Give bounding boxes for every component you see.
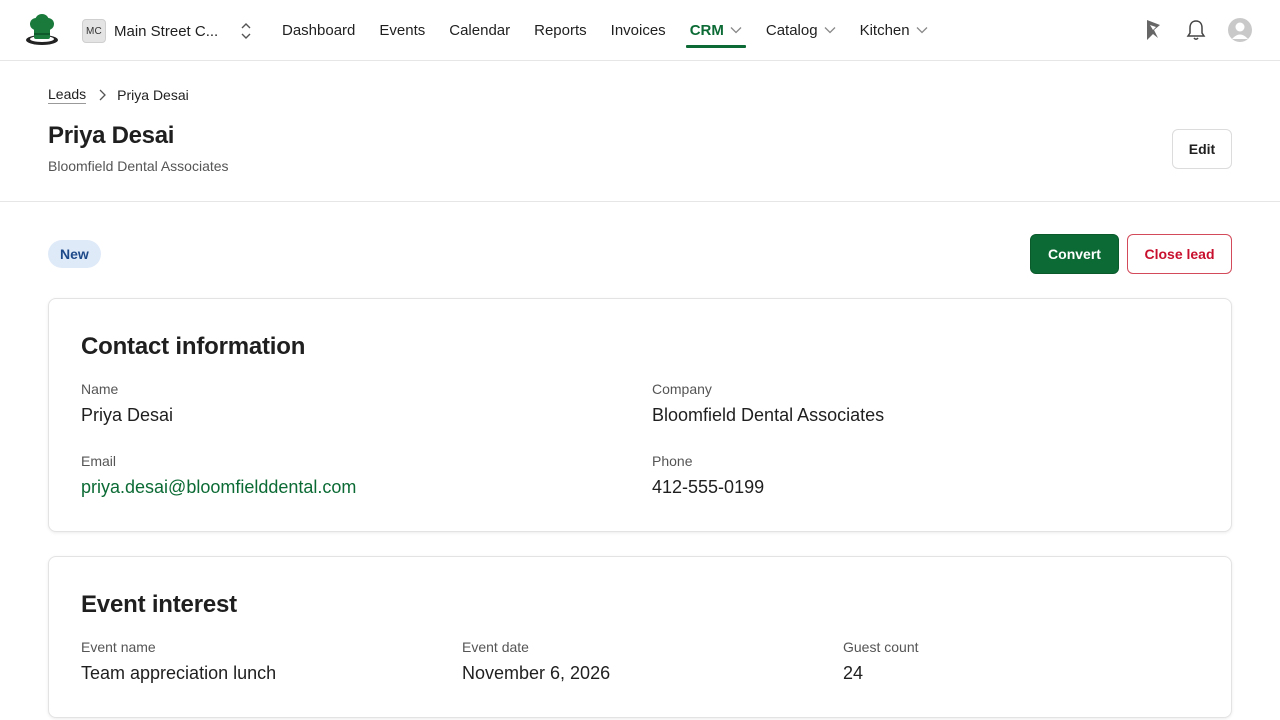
card-title: Contact information bbox=[81, 333, 306, 360]
field-label: Phone bbox=[652, 453, 693, 469]
card-title: Event interest bbox=[81, 591, 237, 618]
field-label: Company bbox=[652, 381, 712, 397]
event-date-field: Event date November 6, 2026 bbox=[462, 639, 610, 684]
bell-icon[interactable] bbox=[1184, 17, 1208, 43]
edit-button[interactable]: Edit bbox=[1172, 129, 1232, 169]
nav-item-label: Dashboard bbox=[282, 21, 356, 39]
page-header: Leads Priya Desai Priya Desai Bloomfield… bbox=[0, 61, 1280, 202]
email-field: Email priya.desai@bloomfielddental.com bbox=[81, 453, 356, 498]
field-label: Event date bbox=[462, 639, 529, 655]
page-subtitle: Bloomfield Dental Associates bbox=[48, 158, 229, 174]
nav-item-label: Invoices bbox=[610, 21, 666, 39]
nav-item-reports[interactable]: Reports bbox=[534, 0, 587, 60]
nav-item-events[interactable]: Events bbox=[379, 0, 425, 60]
top-navigation-bar: MC Main Street C... Dashboard Events Cal… bbox=[0, 0, 1280, 61]
chef-hat-logo-icon[interactable] bbox=[24, 14, 60, 46]
phone-field: Phone 412-555-0199 bbox=[652, 453, 764, 498]
field-value: 412-555-0199 bbox=[652, 477, 765, 497]
nav-item-kitchen[interactable]: Kitchen bbox=[860, 0, 928, 60]
nav-item-invoices[interactable]: Invoices bbox=[611, 0, 666, 60]
field-label: Guest count bbox=[843, 639, 919, 655]
field-value: November 6, 2026 bbox=[462, 663, 611, 683]
chevron-down-icon bbox=[824, 27, 836, 34]
breadcrumb-link-leads[interactable]: Leads bbox=[48, 86, 87, 104]
name-field: Name Priya Desai bbox=[81, 381, 173, 426]
nav-item-label: Kitchen bbox=[859, 21, 910, 39]
breadcrumb-current: Priya Desai bbox=[117, 87, 189, 103]
event-name-field: Event name Team appreciation lunch bbox=[81, 639, 276, 684]
company-field: Company Bloomfield Dental Associates bbox=[652, 381, 884, 426]
nav-item-dashboard[interactable]: Dashboard bbox=[282, 0, 355, 60]
field-label: Event name bbox=[81, 639, 156, 655]
close-lead-button[interactable]: Close lead bbox=[1127, 234, 1232, 274]
field-label: Name bbox=[81, 381, 119, 397]
nav-item-label: CRM bbox=[689, 21, 724, 39]
contact-information-card: Contact information Name Priya Desai Com… bbox=[48, 298, 1232, 532]
convert-button[interactable]: Convert bbox=[1030, 234, 1119, 274]
status-badge: New bbox=[48, 240, 101, 268]
nav-item-label: Catalog bbox=[765, 21, 818, 39]
user-avatar-icon[interactable] bbox=[1228, 17, 1252, 43]
nav-item-crm[interactable]: CRM bbox=[685, 0, 747, 60]
pin-icon[interactable] bbox=[1141, 17, 1165, 43]
breadcrumb: Leads Priya Desai bbox=[48, 86, 189, 104]
nav-item-label: Calendar bbox=[449, 21, 511, 39]
chevron-right-icon bbox=[99, 89, 107, 101]
org-name: Main Street C... bbox=[114, 22, 219, 40]
nav-item-catalog[interactable]: Catalog bbox=[766, 0, 836, 60]
main-nav: Dashboard Events Calendar Reports Invoic… bbox=[282, 0, 952, 60]
field-value: Priya Desai bbox=[81, 405, 174, 425]
field-value: 24 bbox=[843, 663, 864, 683]
nav-item-label: Reports bbox=[534, 21, 587, 39]
field-label: Email bbox=[81, 453, 117, 469]
field-value: Team appreciation lunch bbox=[81, 663, 277, 683]
chevron-down-icon bbox=[730, 27, 742, 34]
chevron-down-icon bbox=[916, 27, 928, 34]
field-value: Bloomfield Dental Associates bbox=[652, 405, 885, 425]
org-avatar: MC bbox=[82, 19, 106, 43]
event-interest-card: Event interest Event name Team appreciat… bbox=[48, 556, 1232, 718]
nav-item-calendar[interactable]: Calendar bbox=[449, 0, 510, 60]
guest-count-field: Guest count 24 bbox=[843, 639, 919, 684]
organization-switcher[interactable]: MC Main Street C... bbox=[82, 19, 251, 43]
email-link[interactable]: priya.desai@bloomfielddental.com bbox=[81, 476, 356, 498]
page-title: Priya Desai bbox=[48, 122, 175, 149]
chevron-up-down-icon bbox=[241, 23, 251, 39]
nav-item-label: Events bbox=[379, 21, 426, 39]
